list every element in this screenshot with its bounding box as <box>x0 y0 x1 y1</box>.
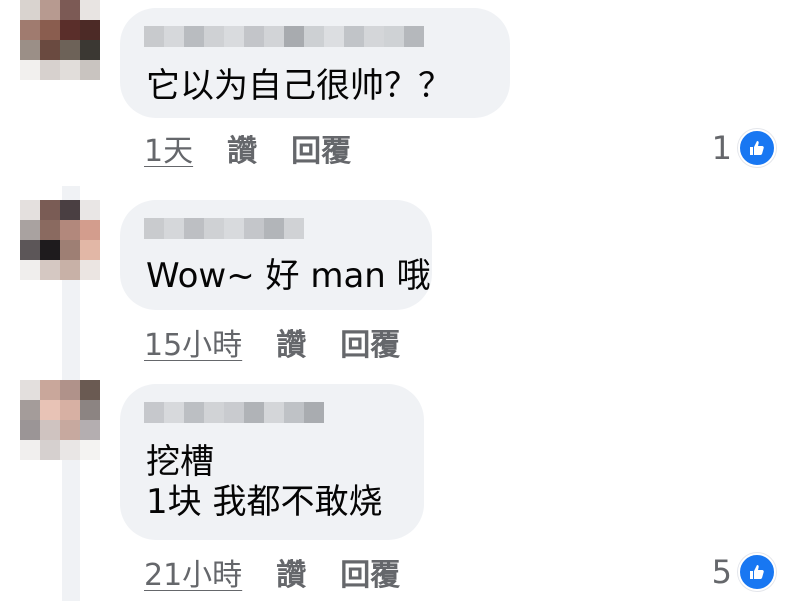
avatar[interactable] <box>20 200 100 280</box>
reaction-summary[interactable]: 1 <box>712 128 776 168</box>
commenter-name[interactable] <box>144 218 304 239</box>
comment-bubble: Wow~ 好 man 哦 <box>120 200 432 310</box>
like-button[interactable]: 讚 <box>276 550 306 594</box>
reaction-count: 5 <box>711 553 732 591</box>
comment-bubble: 挖槽 1块 我都不敢烧 <box>120 384 424 540</box>
comment-bubble: 它以为自己很帅？？ <box>120 8 510 118</box>
comment-text: 挖槽 1块 我都不敢烧 <box>146 442 383 522</box>
avatar[interactable] <box>20 0 100 80</box>
comment-actions: 15小時 讚 回覆 <box>144 320 400 364</box>
avatar[interactable] <box>20 380 100 460</box>
thumbs-up-icon <box>738 129 776 167</box>
comment-text: Wow~ 好 man 哦 <box>146 256 431 296</box>
comment-timestamp[interactable]: 1天 <box>144 126 193 170</box>
reply-button[interactable]: 回覆 <box>340 550 400 594</box>
comment-timestamp[interactable]: 15小時 <box>144 320 242 364</box>
reply-button[interactable]: 回覆 <box>340 320 400 364</box>
comment-timestamp[interactable]: 21小時 <box>144 550 242 594</box>
commenter-name[interactable] <box>144 26 424 47</box>
like-button[interactable]: 讚 <box>276 320 306 364</box>
reply-button[interactable]: 回覆 <box>291 126 351 170</box>
like-button[interactable]: 讚 <box>227 126 257 170</box>
comment-text: 它以为自己很帅？？ <box>146 66 452 106</box>
comment-actions: 1天 讚 回覆 <box>144 126 351 170</box>
reaction-summary[interactable]: 5 <box>712 552 776 592</box>
comment-actions: 21小時 讚 回覆 <box>144 550 400 594</box>
thumbs-up-icon <box>738 553 776 591</box>
reaction-count: 1 <box>711 129 732 167</box>
commenter-name[interactable] <box>144 402 324 423</box>
